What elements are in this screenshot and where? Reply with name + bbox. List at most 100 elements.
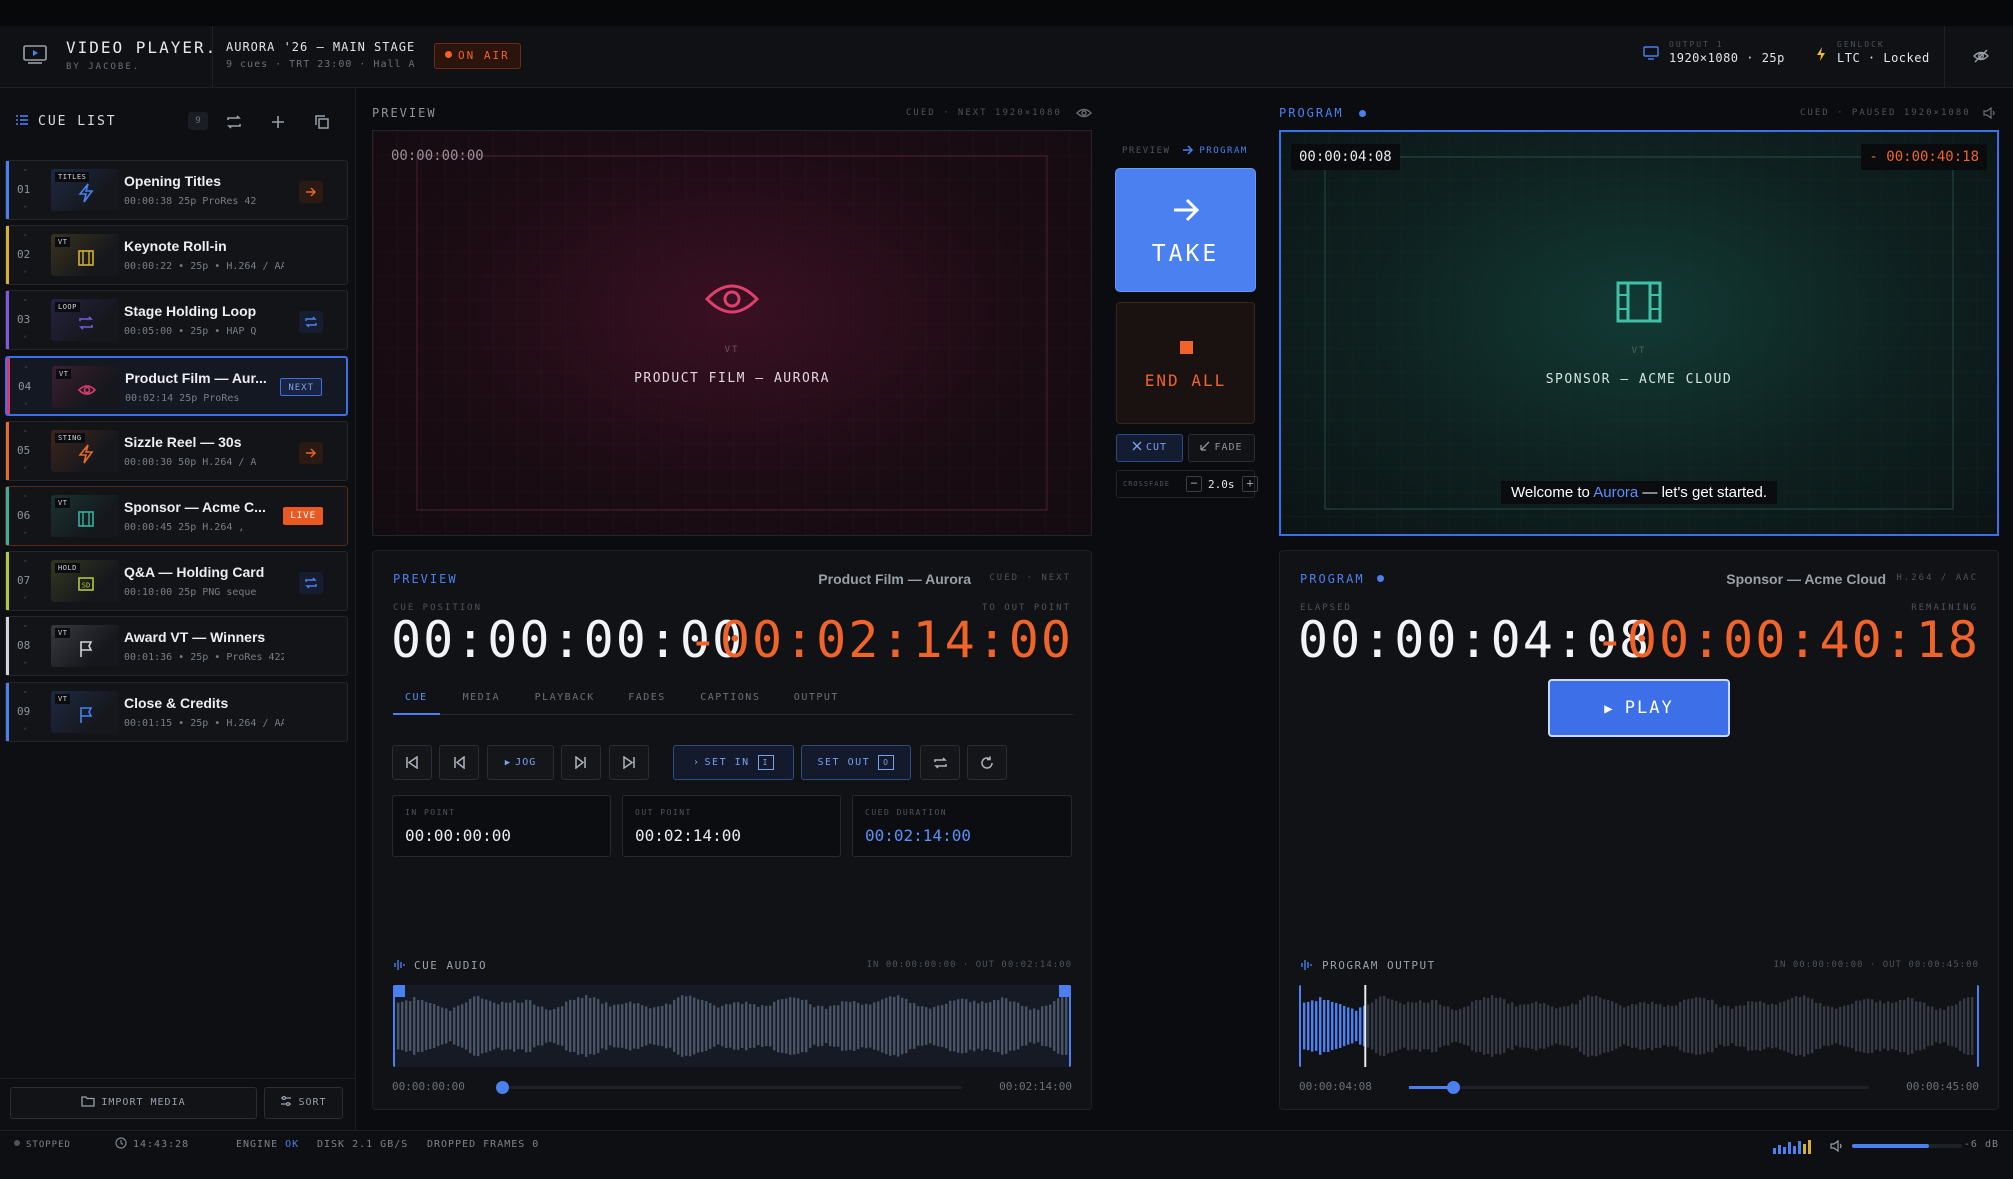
preview-monitor[interactable]: 00:00:00:00 VT PRODUCT FILM — AURORA	[372, 130, 1092, 536]
program-monitor[interactable]: 00:00:04:08 - 00:00:40:18 VT SPONSOR — A…	[1279, 130, 1999, 536]
chevron-up-icon[interactable]: ⌃	[23, 559, 27, 567]
crossfade-label: CROSSFADE	[1123, 480, 1170, 488]
header-divider	[212, 26, 213, 88]
chevron-down-icon[interactable]: ⌄	[24, 398, 28, 406]
tab-output[interactable]: OUTPUT	[782, 689, 851, 715]
step-back-button[interactable]	[439, 745, 479, 780]
cue-item[interactable]: ⌃ 06 ⌄ VT Sponsor — Acme C... 00:00:45 25p H.…	[5, 486, 348, 546]
on-air-badge: ON AIR	[434, 43, 521, 69]
cue-type-tag: LOOP	[55, 302, 80, 313]
chevron-down-icon[interactable]: ⌄	[23, 527, 27, 535]
sort-button[interactable]: SORT	[264, 1087, 343, 1119]
cut-button[interactable]: CUT	[1116, 434, 1183, 462]
cue-item[interactable]: ⌃ 05 ⌄ STING Sizzle Reel — 30s 00:00:30 50p H…	[5, 420, 348, 481]
duplicate-icon[interactable]	[310, 110, 334, 134]
step-forward-button[interactable]	[561, 745, 601, 780]
tab-playback[interactable]: PLAYBACK	[523, 689, 607, 715]
play-label: PLAY	[1624, 698, 1674, 718]
loop-all-icon[interactable]	[222, 110, 246, 134]
program-clip-name: Sponsor — Acme Cloud	[1726, 571, 1886, 587]
out-point-field[interactable]: OUT POINT 00:02:14:00	[622, 795, 841, 857]
chevron-up-icon[interactable]: ⌃	[23, 494, 27, 502]
tab-fades[interactable]: FADES	[616, 689, 678, 715]
end-all-button[interactable]: END ALL	[1116, 302, 1255, 424]
cue-color-bar	[6, 617, 9, 676]
speaker-icon[interactable]	[1983, 107, 1997, 119]
cue-color-bar	[6, 421, 9, 480]
import-media-label: IMPORT MEDIA	[101, 1097, 186, 1108]
crossfade-decrease-button[interactable]: −	[1186, 476, 1202, 492]
crossfade-increase-button[interactable]: +	[1242, 476, 1258, 492]
clock-icon	[115, 1137, 127, 1149]
chevron-down-icon[interactable]: ⌄	[23, 723, 27, 731]
flag-icon	[77, 639, 95, 659]
program-audio-waveform[interactable]	[1299, 985, 1979, 1067]
chevron-down-icon[interactable]: ⌄	[23, 462, 27, 470]
caption-highlight: Aurora	[1593, 484, 1639, 501]
program-scrubber[interactable]	[1409, 1081, 1869, 1094]
go-to-start-button[interactable]	[392, 745, 432, 780]
cue-item[interactable]: ⌃ 02 ⌄ VT Keynote Roll-in 00:00:22 • 25p • H.…	[5, 225, 348, 286]
cue-item[interactable]: ⌃ 09 ⌄ VT Close & Credits 00:01:15 • 25p • H.…	[5, 681, 348, 742]
program-scrub-start: 00:00:04:08	[1299, 1080, 1372, 1093]
settings-eye-icon[interactable]	[1972, 48, 1990, 64]
take-button[interactable]: TAKE	[1116, 169, 1255, 291]
send-to-preview-button[interactable]	[299, 181, 323, 203]
chevron-up-icon[interactable]: ⌃	[23, 429, 27, 437]
preview-scrubber-handle[interactable]	[496, 1081, 509, 1094]
cue-meta: 00:00:22 • 25p • H.264 / AAC	[124, 261, 284, 273]
tab-media[interactable]: MEDIA	[451, 689, 513, 715]
cue-meta: 00:01:15 • 25p • H.264 / AAC	[124, 717, 284, 729]
cue-item[interactable]: ⌃ 04 ⌄ VT Product Film — Aur... 00:02:14 25p …	[5, 355, 348, 416]
chevron-down-icon[interactable]: ⌄	[23, 201, 27, 209]
out-point-value: 00:02:14:00	[635, 826, 741, 845]
level-meter-icon	[1773, 1140, 1811, 1154]
preview-scrubber[interactable]	[496, 1081, 962, 1094]
set-in-button[interactable]: › SET IN I	[673, 745, 794, 780]
play-button[interactable]: ▶ PLAY	[1548, 679, 1730, 737]
tab-captions[interactable]: CAPTIONS	[688, 689, 772, 715]
chevron-down-icon[interactable]: ⌄	[23, 266, 27, 274]
fade-button[interactable]: FADE	[1188, 434, 1255, 462]
chevron-down-icon[interactable]: ⌄	[23, 657, 27, 665]
go-to-end-button[interactable]	[609, 745, 649, 780]
volume-icon[interactable]	[1830, 1140, 1844, 1152]
jog-button[interactable]: ▶ JOG	[487, 745, 554, 780]
chevron-up-icon[interactable]: ⌃	[23, 298, 27, 306]
chevron-down-icon[interactable]: ⌄	[23, 592, 27, 600]
cue-number: 04	[18, 379, 32, 393]
cue-thumbnail: VT	[51, 234, 119, 277]
cue-color-bar	[6, 552, 9, 611]
cue-item[interactable]: ⌃ 08 ⌄ VT Award VT — Winners 00:01:36 • 25p •…	[5, 616, 348, 677]
cue-count-badge: 9	[188, 112, 208, 130]
cue-item[interactable]: ⌃ 03 ⌄ LOOP Stage Holding Loop 00:05:00 • 25p…	[5, 290, 348, 351]
loop-toggle-button[interactable]	[299, 311, 323, 334]
chevron-up-icon[interactable]: ⌃	[23, 168, 27, 176]
reload-button[interactable]	[967, 745, 1007, 780]
cue-color-bar	[6, 161, 9, 219]
loop-toggle-button[interactable]	[299, 572, 323, 595]
cue-list-title: CUE LIST	[38, 114, 117, 129]
chevron-up-icon[interactable]: ⌃	[24, 365, 28, 373]
cue-item[interactable]: ⌃ 01 ⌄ TITLES Opening Titles 00:00:38 25p Pro…	[5, 160, 348, 220]
chevron-up-icon[interactable]: ⌃	[23, 233, 27, 241]
chevron-up-icon[interactable]: ⌃	[23, 690, 27, 698]
chevron-up-icon[interactable]: ⌃	[23, 624, 27, 632]
set-out-button[interactable]: SET OUT O	[801, 745, 911, 780]
in-point-field[interactable]: IN POINT 00:00:00:00	[392, 795, 611, 857]
chevron-down-icon[interactable]: ⌄	[23, 331, 27, 339]
eye-icon	[78, 380, 96, 400]
cue-name: Award VT — Winners	[124, 629, 266, 646]
crossfade-control: CROSSFADE − 2.0s +	[1116, 470, 1258, 498]
tab-cue[interactable]: CUE	[393, 689, 440, 715]
volume-slider[interactable]	[1852, 1144, 1962, 1148]
eye-icon[interactable]	[1076, 107, 1092, 119]
state-dot-icon	[14, 1140, 20, 1146]
cue-audio-waveform[interactable]	[393, 985, 1071, 1067]
loop-toggle-button[interactable]	[920, 745, 960, 780]
import-media-button[interactable]: IMPORT MEDIA	[10, 1087, 257, 1119]
cue-item[interactable]: ⌃ 07 ⌄ HOLD SD Q&A — Holding Card 00:10:00 25p…	[5, 551, 348, 612]
send-to-preview-button[interactable]	[299, 441, 323, 464]
add-cue-icon[interactable]	[266, 110, 290, 134]
show-meta: 9 cues · TRT 23:00 · Hall A	[226, 59, 416, 70]
